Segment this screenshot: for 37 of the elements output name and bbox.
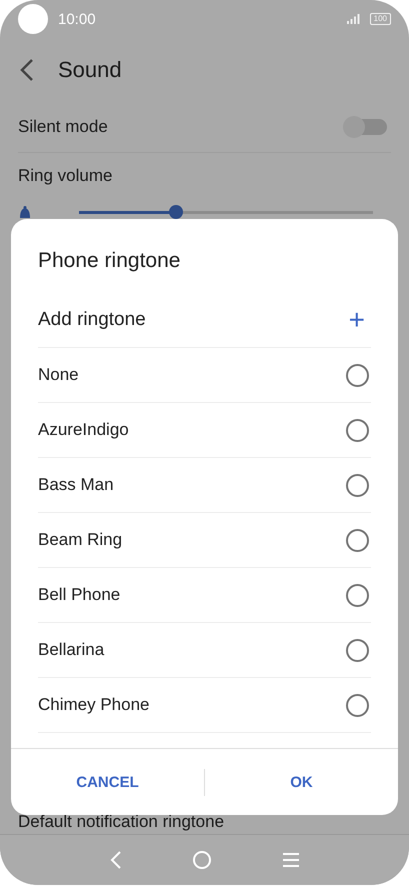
add-button[interactable]: + [342,306,371,334]
ringtone-option[interactable]: Bell Phone [38,568,371,623]
ringtone-option[interactable]: AzureIndigo [38,403,371,458]
ringtone-label: AzureIndigo [38,420,129,440]
battery-icon: 100 [370,13,391,25]
ringtone-label: Bell Phone [38,585,120,605]
radio-button[interactable] [346,584,369,606]
ringtone-label: None [38,365,79,385]
ringtone-option[interactable]: Beam Ring [38,513,371,568]
dialog-button[interactable]: OK [205,762,398,802]
setting-label: Ring volume [18,166,112,186]
radio-button[interactable] [346,694,369,716]
radio-button[interactable] [346,638,369,662]
ringtone-label: Chimey Phone [38,695,150,715]
dialog-button[interactable]: CANCEL [11,762,204,802]
camera-hole [18,4,48,34]
radio-button[interactable] [346,418,369,442]
ringtone-label: Bellarina [38,640,104,660]
dialog-title: Phone ringtone [38,249,180,272]
ringtone-option[interactable]: None [38,348,371,403]
setting-label: Default notification ringtone [18,812,224,832]
ringtone-label: Beam Ring [38,530,122,550]
ringtone-label: Bass Man [38,475,114,495]
toggle-switch[interactable] [345,119,387,135]
bell-icon [18,206,32,218]
page-title: Sound [58,57,122,83]
ringtone-option[interactable]: Bass Man [38,458,371,513]
ringtone-option[interactable]: Chimey Phone [38,678,371,733]
radio-button[interactable] [346,474,369,496]
radio-button[interactable] [346,364,369,386]
setting-label: Silent mode [18,117,108,137]
status-time: 10:00 [58,10,96,28]
ringtone-option[interactable]: Bellarina [38,623,371,678]
signal-icon [346,14,360,24]
add-ringtone-label[interactable]: Add ringtone [38,309,146,331]
radio-button[interactable] [346,528,369,552]
back-icon[interactable] [20,58,34,82]
